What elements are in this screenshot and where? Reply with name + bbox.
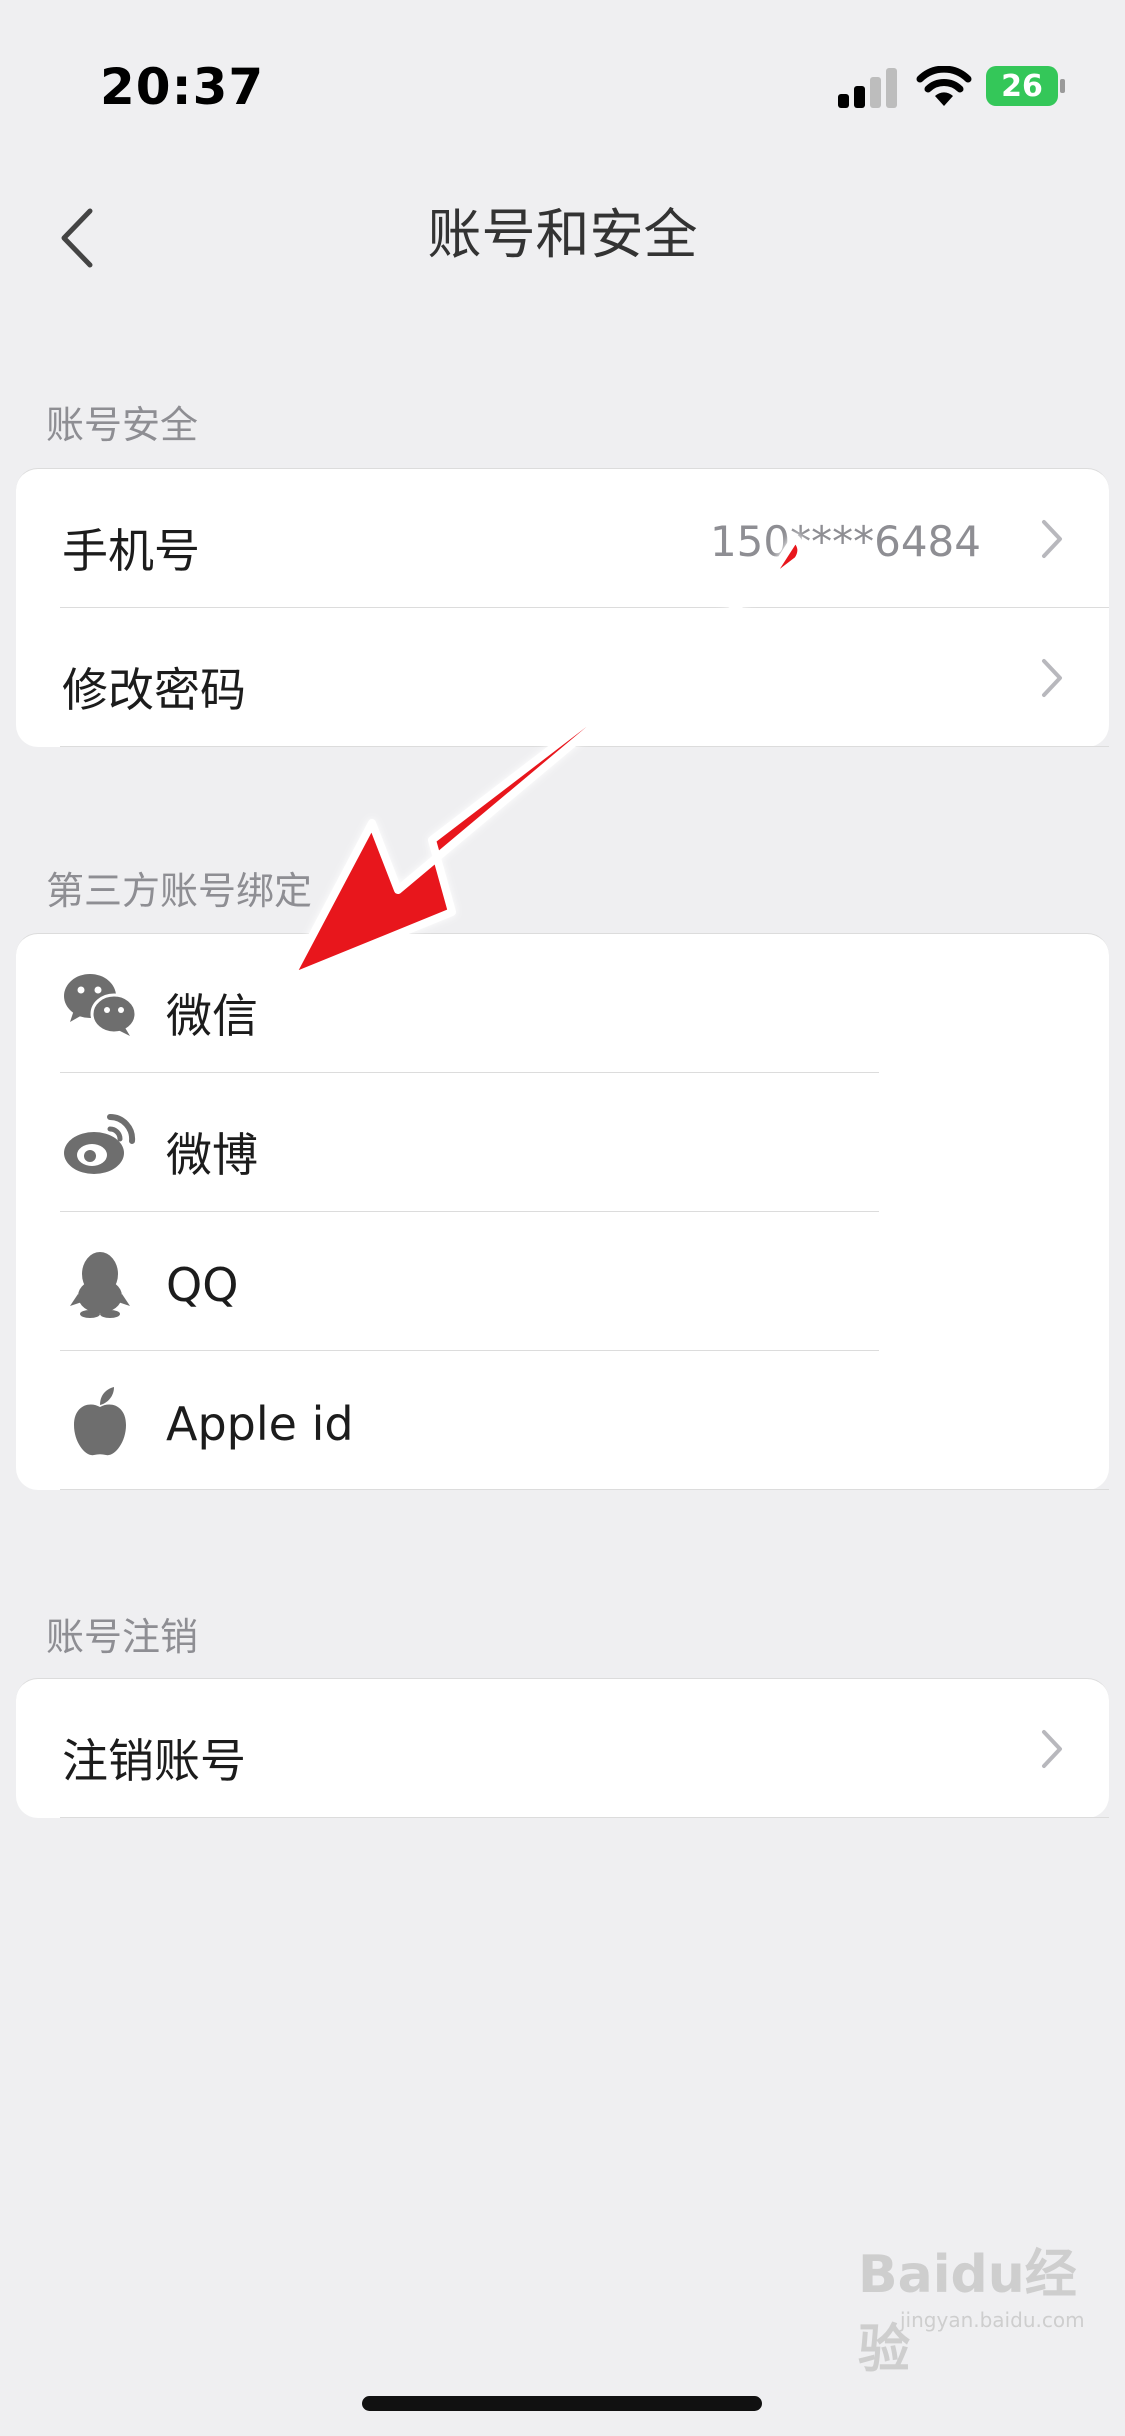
deactivate-account-row[interactable]: 注销账号 [16,1679,1109,1818]
chevron-right-icon [1042,659,1062,697]
wechat-row[interactable]: 微信 [16,934,1109,1073]
phone-number-label: 手机号 [62,524,200,578]
phone-number-value: 150****6484 [709,517,981,566]
divider [60,746,1109,747]
change-password-row[interactable]: 修改密码 [16,608,1109,747]
apple-icon [74,1387,126,1456]
wifi-icon [916,66,972,106]
baidu-watermark-url: jingyan.baidu.com [900,2308,1085,2332]
navigation-bar: 账号和安全 [0,170,1125,300]
weibo-row[interactable]: 微博 [16,1073,1109,1212]
qq-penguin-icon [70,1252,130,1318]
divider [60,1817,1109,1818]
third-party-card: 微信 微博 QQ Apple id [16,933,1109,1490]
section-header-account-security: 账号安全 [46,403,199,447]
wechat-icon [64,974,138,1036]
qq-row[interactable]: QQ [16,1212,1109,1351]
chevron-right-icon [1042,1730,1062,1768]
qq-label: QQ [166,1258,239,1312]
deactivate-account-label: 注销账号 [62,1734,246,1788]
baidu-watermark: Baidu经验 [858,2245,1077,2380]
account-security-card: 手机号 150****6484 修改密码 [16,468,1109,747]
page-title: 账号和安全 [427,203,698,266]
wechat-label: 微信 [166,989,258,1043]
status-bar: 20:37 26 [0,0,1125,170]
divider [60,1489,1109,1490]
apple-id-label: Apple id [166,1397,354,1451]
weibo-label: 微博 [166,1128,258,1182]
change-password-label: 修改密码 [62,663,246,717]
apple-id-row[interactable]: Apple id [16,1351,1109,1490]
status-time: 20:37 [100,58,265,116]
chevron-right-icon [1042,520,1062,558]
home-indicator[interactable] [362,2396,762,2411]
battery-icon: 26 [986,66,1066,106]
weibo-icon [64,1113,136,1174]
cellular-signal-icon [838,68,897,108]
deactivation-card: 注销账号 [16,1678,1109,1818]
phone-number-row[interactable]: 手机号 150****6484 [16,469,1109,608]
battery-level: 26 [1001,69,1043,104]
section-header-third-party: 第三方账号绑定 [46,869,313,913]
section-header-deactivation: 账号注销 [46,1615,199,1659]
